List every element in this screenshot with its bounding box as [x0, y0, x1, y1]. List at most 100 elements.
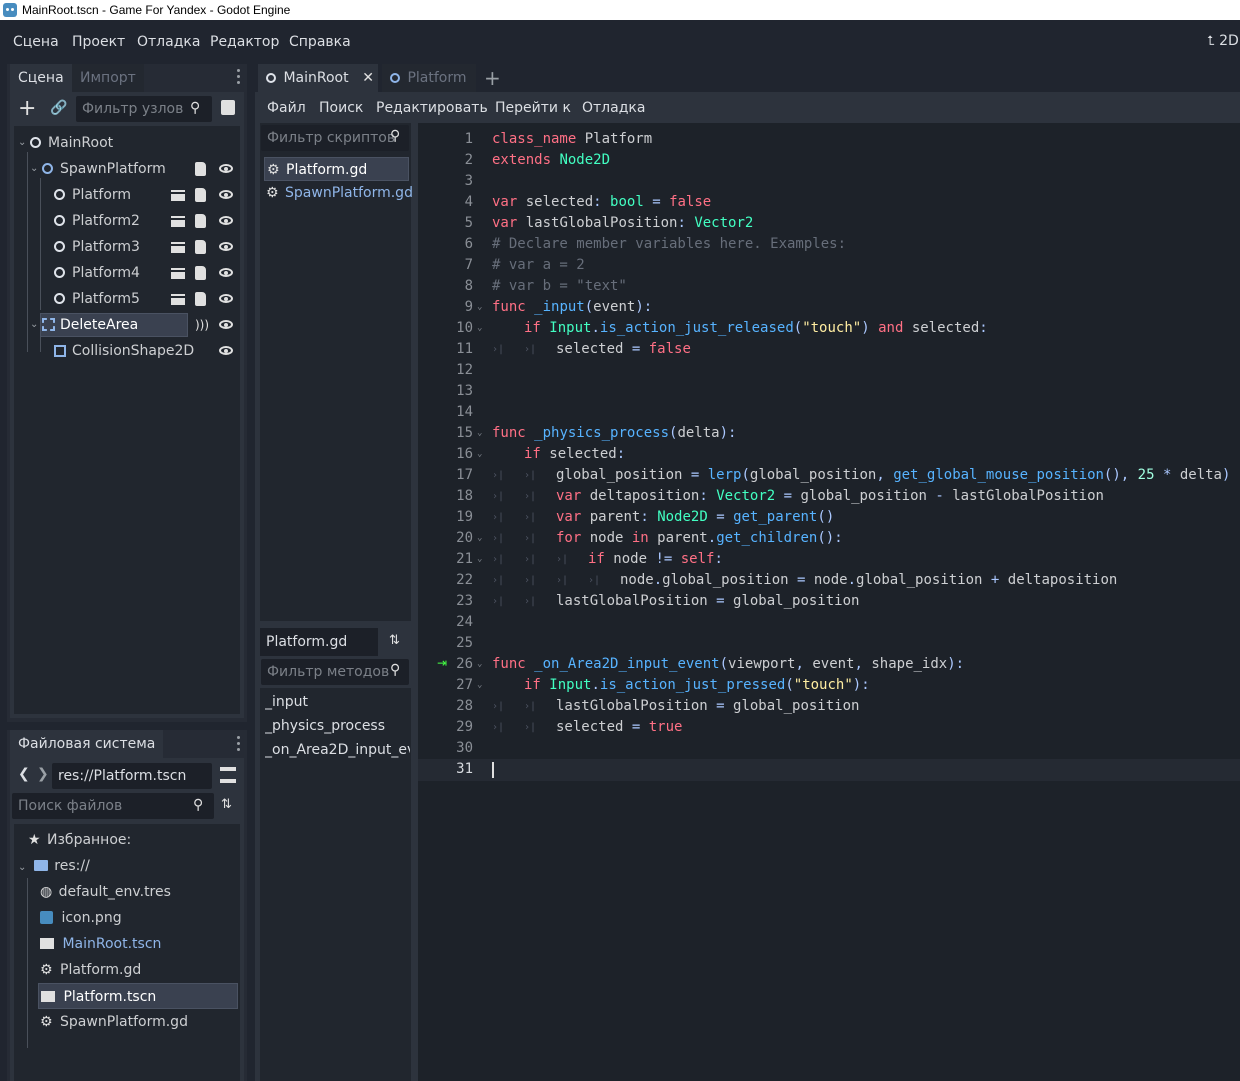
visibility-eye-icon[interactable] [219, 190, 233, 199]
fold-arrow-icon[interactable]: ⌄ [477, 675, 482, 696]
line-number: 17 [456, 467, 473, 483]
tree-node-platform4[interactable]: Platform4 [18, 260, 238, 286]
collapse-icon[interactable]: ⌄ [18, 862, 26, 873]
menu-editor[interactable]: Редактор [210, 34, 279, 50]
file-search-input[interactable]: Поиск файлов [12, 793, 214, 819]
collapse-icon[interactable]: ⌄ [30, 156, 38, 182]
script-icon[interactable] [195, 240, 206, 254]
script-menu-goto[interactable]: Перейти к [495, 100, 571, 116]
file-spawnplatform-gd[interactable]: ⚙ SpawnPlatform.gd [40, 1009, 188, 1035]
sort-icon[interactable]: ⇅ [221, 797, 232, 812]
visibility-eye-icon[interactable] [219, 294, 233, 303]
fold-arrow-icon[interactable]: ⌄ [477, 423, 482, 444]
line-number: 15 [456, 425, 473, 441]
line-number: 6 [464, 236, 473, 252]
tab-scene[interactable]: Сцена [10, 64, 72, 92]
fold-arrow-icon[interactable]: ⌄ [477, 318, 482, 339]
tab-import[interactable]: Импорт [72, 64, 144, 92]
tab-mainroot[interactable]: MainRoot ✕ [258, 64, 378, 92]
script-menu-file[interactable]: Файл [267, 100, 306, 116]
tree-node-platform3[interactable]: Platform3 [18, 234, 238, 260]
method-filter-input[interactable]: Фильтр методов [261, 659, 409, 685]
sort-icon[interactable]: ⇅ [389, 633, 400, 648]
signal-icon[interactable]: ))) [195, 312, 209, 338]
line-number: 19 [456, 509, 473, 525]
workspace-2d-button[interactable]: ⮤ 2D [1207, 33, 1239, 49]
script-filter-input[interactable]: Фильтр скриптов [261, 125, 409, 151]
fold-arrow-icon[interactable]: ⌄ [477, 528, 482, 549]
path-field[interactable]: res://Platform.tscn [52, 763, 212, 789]
instance-scene-icon[interactable]: 🔗 [50, 100, 67, 116]
method-item-on-area2d-input-event[interactable]: _on_Area2D_input_eve [265, 742, 410, 758]
open-in-editor-icon[interactable] [171, 190, 185, 201]
gear-icon: ⚙ [266, 185, 279, 201]
script-item-spawnplatform[interactable]: ⚙ SpawnPlatform.gd [264, 181, 413, 205]
tab-platform[interactable]: Platform [382, 64, 476, 92]
scene-file-icon [41, 991, 55, 1002]
line-number: 27 [456, 677, 473, 693]
script-item-platform[interactable]: ⚙ Platform.gd [264, 157, 409, 181]
open-in-editor-icon[interactable] [171, 294, 185, 305]
tab-indicator: ›| [524, 701, 537, 712]
tree-node-spawnplatform[interactable]: ⌄ SpawnPlatform [18, 156, 238, 182]
fold-arrow-icon[interactable]: ⌄ [477, 297, 482, 318]
file-default-env[interactable]: ◍ default_env.tres [40, 879, 171, 905]
script-icon[interactable] [195, 266, 206, 280]
visibility-eye-icon[interactable] [219, 346, 233, 355]
code-line: for node in parent.get_children(): [556, 530, 843, 546]
visibility-eye-icon[interactable] [219, 320, 233, 329]
filesystem-menu-icon[interactable] [237, 736, 241, 752]
fold-arrow-icon[interactable]: ⌄ [477, 549, 482, 570]
attach-script-icon[interactable] [221, 100, 235, 115]
open-in-editor-icon[interactable] [171, 268, 185, 279]
close-icon[interactable]: ✕ [362, 64, 374, 92]
folder-res[interactable]: ⌄ res:// [18, 853, 90, 879]
collapse-icon[interactable]: ⌄ [30, 312, 38, 338]
tree-node-platform2[interactable]: Platform2 [18, 208, 238, 234]
file-icon-png[interactable]: icon.png [40, 905, 122, 931]
visibility-eye-icon[interactable] [219, 242, 233, 251]
add-tab-icon[interactable]: + [484, 64, 501, 92]
open-in-editor-icon[interactable] [171, 216, 185, 227]
split-view-icon[interactable] [220, 767, 236, 783]
script-icon[interactable] [195, 162, 206, 176]
back-icon[interactable]: ❮ [18, 766, 30, 782]
scene-dock-menu-icon[interactable] [237, 69, 241, 85]
tab-indicator: ›| [524, 512, 537, 523]
script-menu-edit[interactable]: Редактировать [376, 100, 488, 116]
favorites-item[interactable]: ★ Избранное: [28, 827, 131, 853]
tree-node-mainroot[interactable]: ⌄ MainRoot [18, 130, 238, 156]
file-platform-tscn[interactable]: Platform.tscn [38, 983, 238, 1009]
file-platform-gd[interactable]: ⚙ Platform.gd [40, 957, 141, 983]
tree-node-collisionshape2d[interactable]: CollisionShape2D [18, 338, 238, 364]
line-number: 23 [456, 593, 473, 609]
collapse-icon[interactable]: ⌄ [18, 130, 26, 156]
visibility-eye-icon[interactable] [219, 268, 233, 277]
open-in-editor-icon[interactable] [171, 242, 185, 253]
script-menu-debug[interactable]: Отладка [582, 100, 645, 116]
tree-node-platform[interactable]: Platform [18, 182, 238, 208]
line-number: 5 [464, 215, 473, 231]
tree-node-platform5[interactable]: Platform5 [18, 286, 238, 312]
line-number: 3 [464, 173, 473, 189]
method-item-input[interactable]: _input [265, 694, 410, 710]
method-item-physics-process[interactable]: _physics_process [265, 718, 410, 734]
forward-icon[interactable]: ❯ [37, 766, 49, 782]
fold-arrow-icon[interactable]: ⌄ [477, 444, 482, 465]
visibility-eye-icon[interactable] [219, 164, 233, 173]
visibility-eye-icon[interactable] [219, 216, 233, 225]
script-icon[interactable] [195, 188, 206, 202]
script-menu-search[interactable]: Поиск [319, 100, 363, 116]
script-icon[interactable] [195, 292, 206, 306]
menu-scene[interactable]: Сцена [13, 34, 59, 50]
signal-connection-icon[interactable]: ⇥ [437, 656, 447, 670]
file-mainroot-tscn[interactable]: MainRoot.tscn [40, 931, 161, 957]
menu-project[interactable]: Проект [72, 34, 125, 50]
fold-arrow-icon[interactable]: ⌄ [477, 654, 482, 675]
tab-filesystem[interactable]: Файловая система [10, 730, 164, 758]
script-icon[interactable] [195, 214, 206, 228]
menu-debug[interactable]: Отладка [137, 34, 200, 50]
add-node-icon[interactable]: + [18, 95, 36, 123]
tree-node-deletearea[interactable]: ⌄ DeleteArea ))) [18, 312, 238, 338]
menu-help[interactable]: Справка [289, 34, 351, 50]
